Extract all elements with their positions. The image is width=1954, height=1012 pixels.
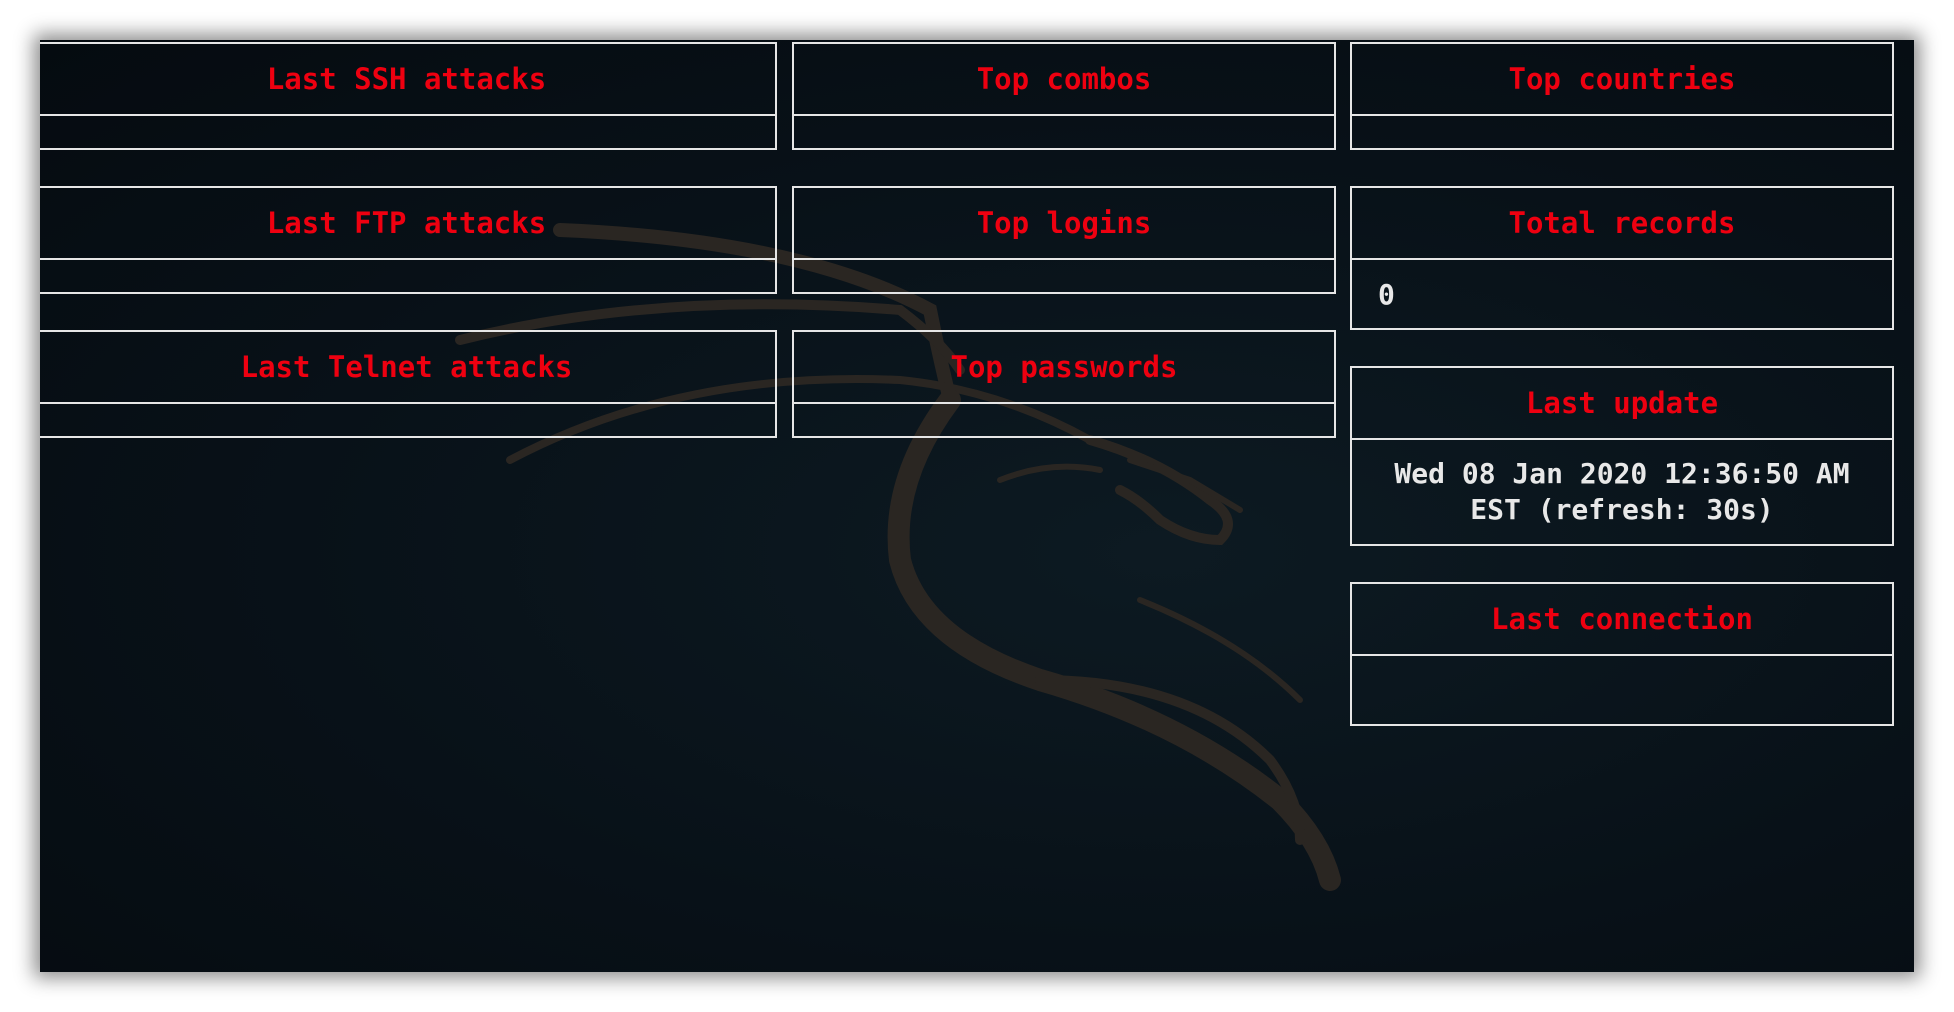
panel-title: Last update	[1352, 368, 1892, 440]
top-combos-panel: Top combos	[792, 42, 1336, 150]
panel-title: Top passwords	[794, 332, 1334, 404]
top-logins-panel: Top logins	[792, 186, 1336, 294]
last-ssh-attacks-panel: Last SSH attacks	[40, 42, 777, 150]
panel-body	[1352, 656, 1892, 726]
panel-body	[40, 260, 775, 294]
panel-body	[794, 116, 1334, 150]
panel-title: Top logins	[794, 188, 1334, 260]
last-telnet-attacks-panel: Last Telnet attacks	[40, 330, 777, 438]
panel-body	[794, 260, 1334, 294]
total-records-value: 0	[1378, 278, 1395, 311]
panel-body	[1352, 116, 1892, 150]
last-update-value: Wed 08 Jan 2020 12:36:50 AM EST (refresh…	[1394, 457, 1850, 526]
panel-title: Last FTP attacks	[40, 188, 775, 260]
panel-title: Last SSH attacks	[40, 44, 775, 116]
last-update-panel: Last update Wed 08 Jan 2020 12:36:50 AM …	[1350, 366, 1894, 546]
total-records-panel: Total records 0	[1350, 186, 1894, 330]
top-countries-panel: Top countries	[1350, 42, 1894, 150]
panel-title: Total records	[1352, 188, 1892, 260]
top-passwords-panel: Top passwords	[792, 330, 1336, 438]
panel-title: Top combos	[794, 44, 1334, 116]
panel-body	[40, 116, 775, 150]
panel-title: Last connection	[1352, 584, 1892, 656]
last-ftp-attacks-panel: Last FTP attacks	[40, 186, 777, 294]
panel-body	[40, 404, 775, 438]
panel-body	[794, 404, 1334, 438]
panel-title: Last Telnet attacks	[40, 332, 775, 404]
dashboard-window: Last SSH attacks Top combos Top countrie…	[40, 40, 1914, 972]
panel-title: Top countries	[1352, 44, 1892, 116]
last-connection-panel: Last connection	[1350, 582, 1894, 726]
